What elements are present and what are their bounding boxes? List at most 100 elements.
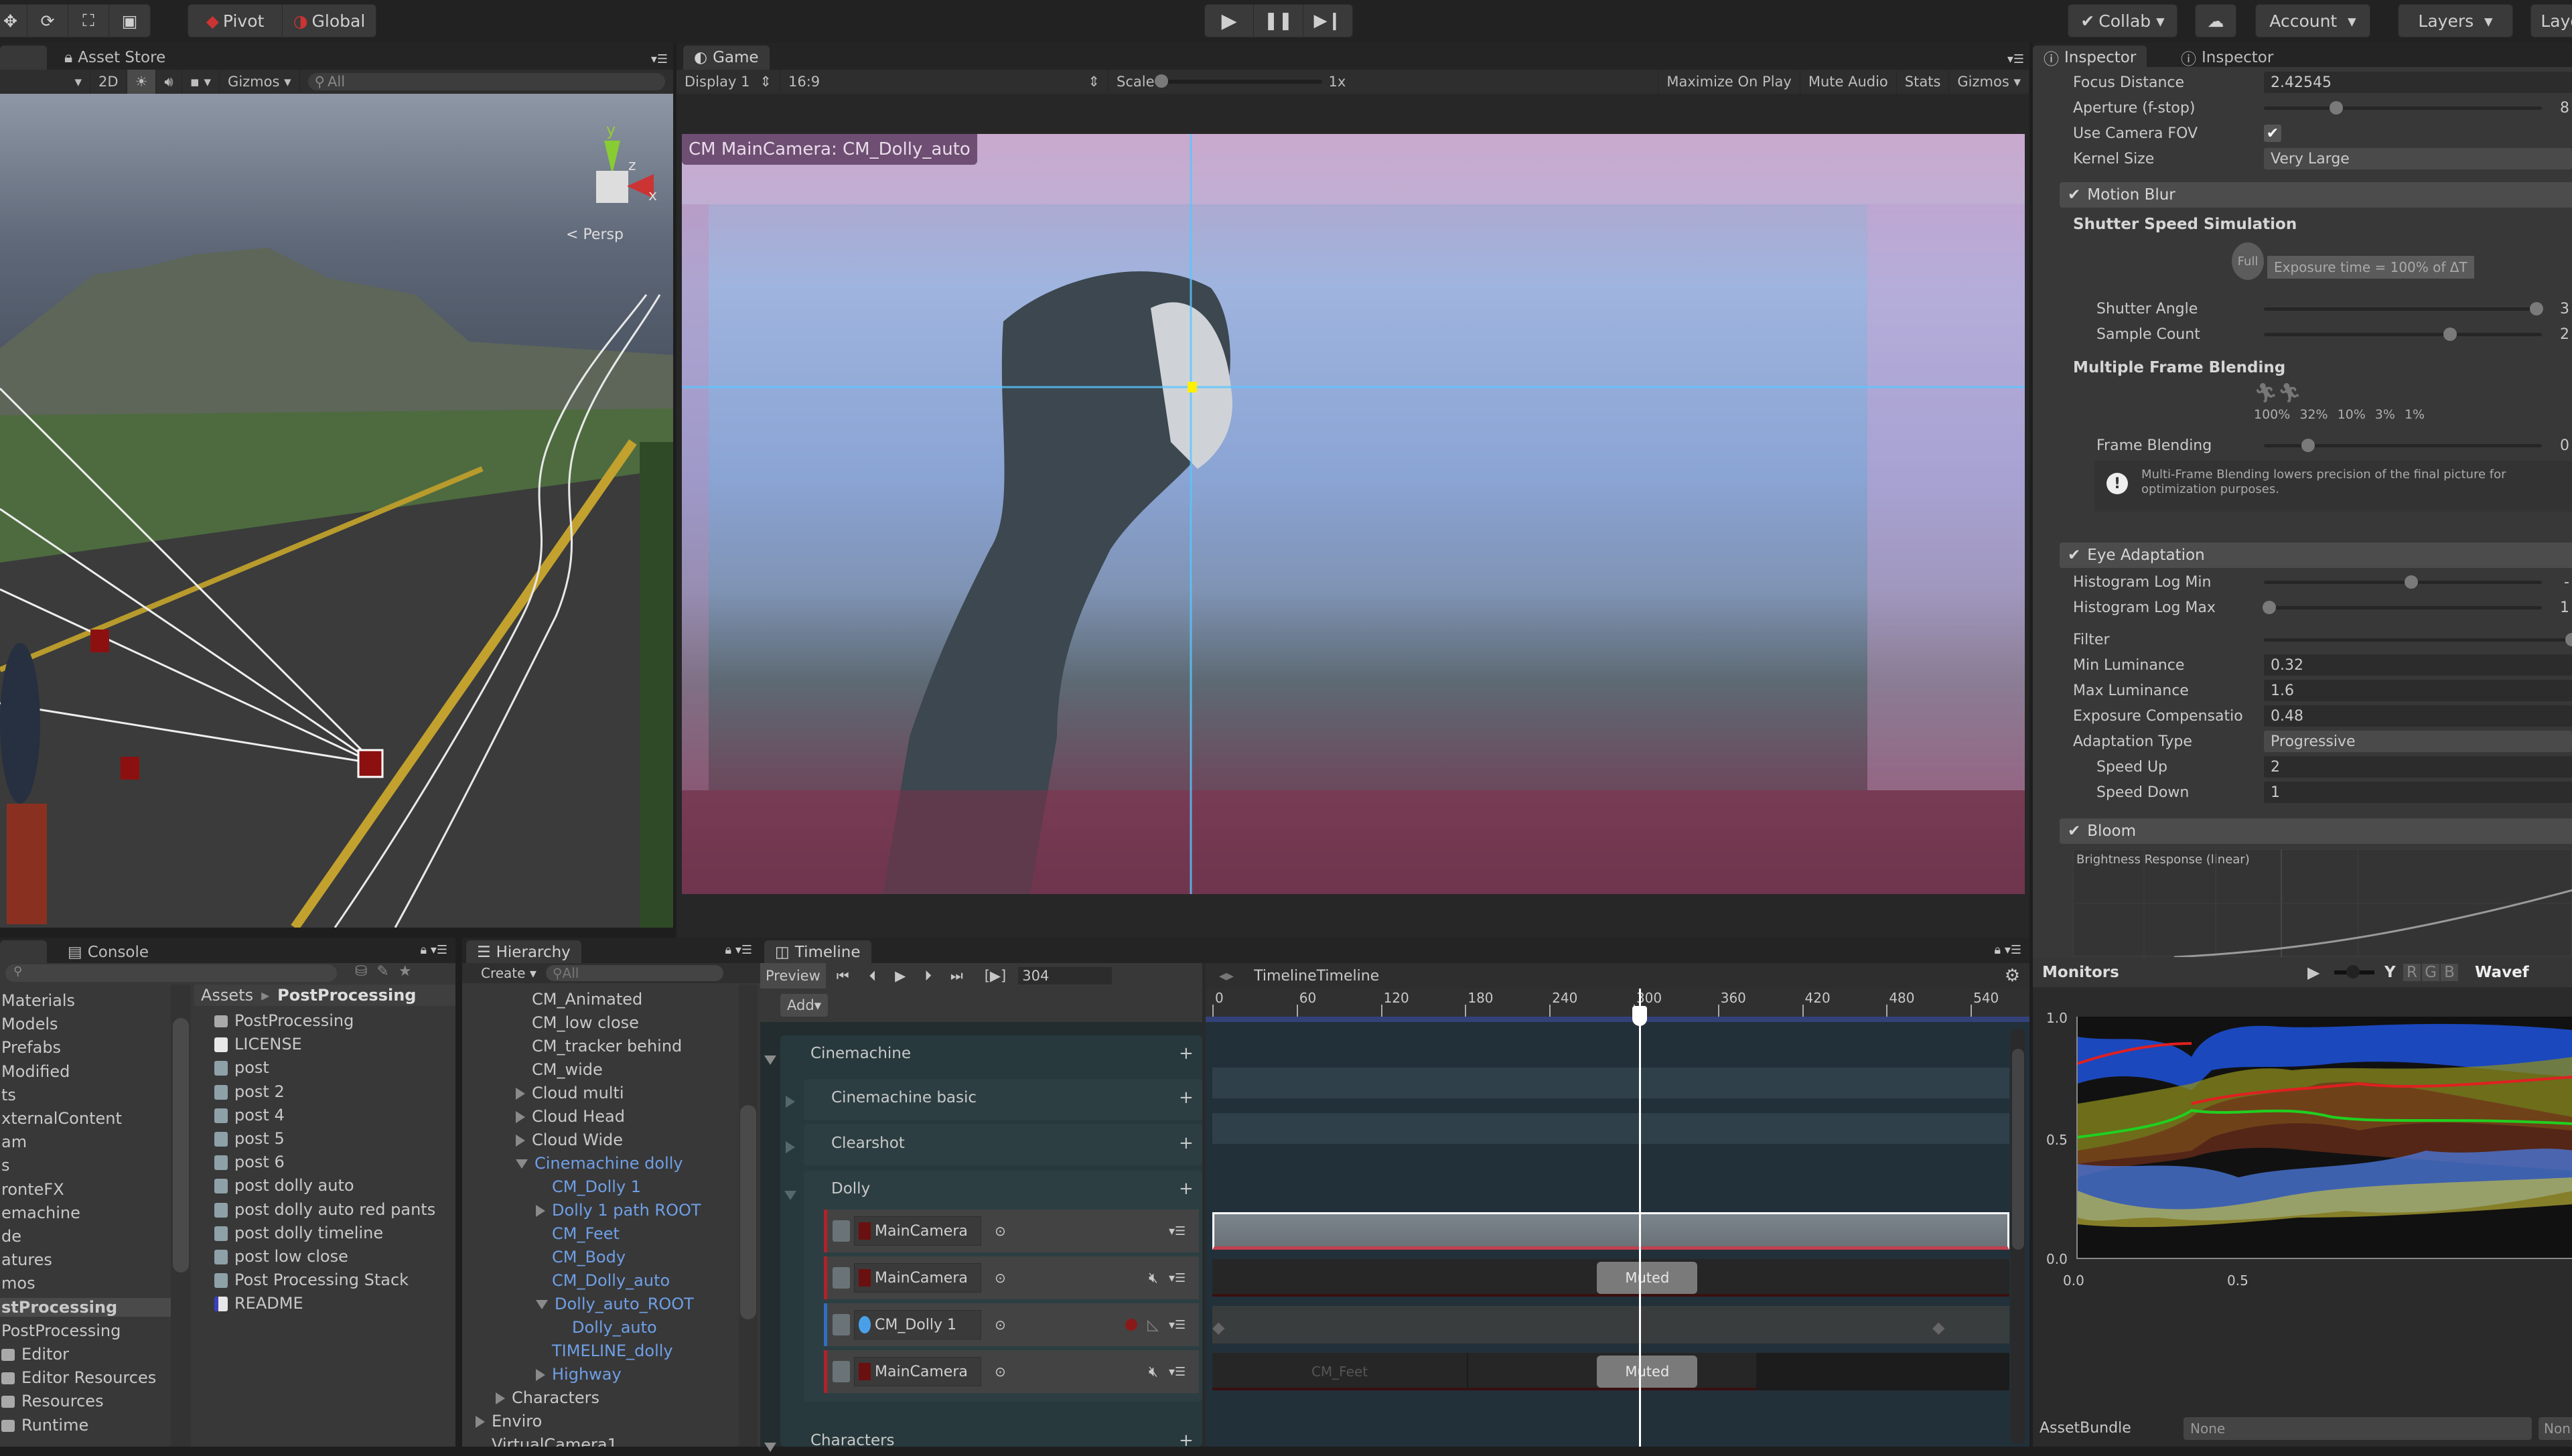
tree-scroll-thumb[interactable] (173, 1018, 189, 1272)
sample-count-value[interactable]: 2 (2560, 326, 2569, 343)
curves-icon[interactable]: ◺ (1147, 1317, 1159, 1333)
account-dropdown[interactable]: Account ▾ (2255, 4, 2370, 38)
project-file-item[interactable]: post dolly auto (214, 1176, 354, 1195)
track-header[interactable]: MainCamera ⊙ ▾☰ (824, 1210, 1199, 1252)
project-file-item[interactable]: post 6 (214, 1153, 285, 1171)
tree-scrollbar[interactable] (171, 985, 191, 1447)
aperture-knob[interactable] (2329, 101, 2343, 115)
project-file-item[interactable]: Post Processing Stack (214, 1270, 409, 1289)
camera-gizmo-icon[interactable] (121, 757, 139, 780)
folder-tree-item[interactable]: Resources (0, 1392, 171, 1410)
hierarchy-item[interactable]: Cinemachine dolly (516, 1154, 683, 1173)
track-lock-icon[interactable]: ⊙ (995, 1223, 1006, 1239)
exposure-slider[interactable] (2334, 965, 2374, 978)
breadcrumb-assets[interactable]: Assets (201, 986, 253, 1005)
kernel-size-dropdown[interactable]: Very Large (2264, 148, 2572, 169)
bloom-checkbox[interactable]: ✔ (2068, 822, 2080, 840)
panel-menu-icon[interactable]: 🔒︎ ▾☰ (1995, 943, 2021, 957)
project-file-item[interactable]: post (214, 1058, 269, 1077)
pivot-toggle[interactable]: ◆ Pivot (188, 5, 283, 37)
pause-button[interactable]: ❚❚ (1254, 5, 1303, 37)
breadcrumb-current[interactable]: PostProcessing (277, 986, 416, 1005)
tab-game[interactable]: ◐ Game (683, 46, 770, 70)
scene-viewport[interactable]: y x z < Persp (0, 94, 673, 928)
motion-blur-header[interactable]: ✔ Motion Blur (2060, 182, 2572, 208)
min-luminance-field[interactable]: 0.32 (2264, 654, 2572, 676)
use-camera-fov-checkbox[interactable]: ✔ (2264, 125, 2281, 142)
camera-gizmo-icon[interactable] (357, 749, 384, 778)
collapse-arrow-icon[interactable] (516, 1159, 528, 1169)
folder-tree-item[interactable]: Modified (0, 1062, 171, 1081)
hierarchy-item[interactable]: Enviro (476, 1412, 542, 1431)
channel-b-toggle[interactable]: B (2441, 964, 2458, 981)
track-menu-icon[interactable]: ▾☰ (1169, 1224, 1186, 1238)
filter-slider[interactable] (2264, 633, 2572, 646)
timeline-play-button[interactable]: ▶ (885, 968, 915, 984)
tab-hierarchy[interactable]: ☰ Hierarchy (466, 940, 581, 964)
track-menu-icon[interactable]: ▾☰ (1169, 1318, 1186, 1332)
frame-blending-value[interactable]: 0 (2560, 437, 2569, 454)
monitor-play-button[interactable]: ▶ (2307, 963, 2319, 982)
histogram-min-value[interactable]: - (2564, 574, 2569, 591)
create-dropdown[interactable]: Create ▾ (481, 965, 537, 981)
global-toggle[interactable]: ◑ Global (283, 5, 376, 37)
folder-tree-item[interactable]: atures (0, 1250, 171, 1269)
2d-toggle[interactable]: 2D (90, 70, 127, 94)
layers-dropdown[interactable]: Layers ▾ (2398, 4, 2513, 38)
hierarchy-item[interactable]: CM_Body (536, 1248, 626, 1266)
record-icon[interactable] (1125, 1319, 1137, 1331)
hierarchy-item[interactable]: CM_tracker behind (516, 1037, 682, 1055)
hierarchy-item[interactable]: Dolly 1 path ROOT (536, 1201, 701, 1220)
add-track-button[interactable]: Add ▾ (780, 994, 829, 1017)
track-header[interactable]: MainCamera ⊙ 🔇︎ ▾☰ (824, 1350, 1199, 1393)
folder-tree-item[interactable]: emachine (0, 1204, 171, 1222)
project-search-field[interactable]: ⚲ (5, 964, 337, 982)
project-filter-icons[interactable]: ⛁✎★ (355, 963, 421, 980)
expand-arrow-icon[interactable] (516, 1088, 525, 1100)
eye-adaptation-header[interactable]: ✔ Eye Adaptation (2060, 542, 2572, 568)
game-viewport[interactable]: CM MainCamera: CM_Dolly_auto (682, 134, 2025, 894)
collapse-arrow-icon[interactable] (536, 1300, 548, 1309)
folder-tree-item[interactable]: Editor (0, 1345, 171, 1364)
audio-toggle-icon[interactable]: 🔊︎ (156, 70, 182, 94)
group-expand-arrow[interactable] (786, 1092, 802, 1110)
preview-toggle[interactable]: Preview (760, 963, 826, 989)
timeline-selector-icon[interactable]: ◂▸ (1219, 968, 1234, 985)
folder-tree-item[interactable]: mos (0, 1274, 171, 1293)
time-ruler[interactable]: 0 60 120 180 240 300 360 420 480 540 (1206, 989, 2029, 1022)
stats-toggle[interactable]: Stats (1897, 70, 1950, 94)
track-muted-icon[interactable]: 🔇︎ (1149, 1364, 1158, 1380)
group-collapse-arrow[interactable] (784, 1185, 803, 1204)
adaptation-type-dropdown[interactable]: Progressive (2264, 731, 2572, 752)
camera-gizmo-icon[interactable] (90, 630, 109, 652)
sample-count-slider[interactable] (2264, 327, 2542, 341)
hierarchy-item[interactable]: CM_Dolly 1 (536, 1177, 641, 1196)
channel-y-toggle[interactable]: Y (2384, 964, 2396, 981)
display-dropdown[interactable]: Display 1 ⇕ (676, 70, 780, 94)
folder-tree-item[interactable]: Runtime (0, 1416, 171, 1435)
play-range-button[interactable]: [▶] (973, 968, 1019, 984)
aperture-slider[interactable] (2264, 101, 2542, 115)
rect-tool-button[interactable]: ▣ (109, 5, 150, 37)
histogram-max-knob[interactable] (2263, 601, 2277, 614)
track-lane[interactable] (1212, 1212, 2009, 1250)
timeline-scroll-thumb[interactable] (2012, 1049, 2024, 1250)
track-header[interactable]: MainCamera ⊙ 🔇︎ ▾☰ (824, 1256, 1199, 1299)
track-menu-icon[interactable]: ▾☰ (1169, 1365, 1186, 1379)
goto-start-button[interactable]: ⏮ (826, 968, 860, 985)
hierarchy-item[interactable]: Characters (496, 1388, 599, 1407)
timeline-settings-icon[interactable]: ⚙ (2005, 966, 2020, 986)
track-lane[interactable]: Muted (1212, 1259, 2009, 1297)
mute-audio-toggle[interactable]: Mute Audio (1800, 70, 1897, 94)
speed-up-field[interactable]: 2 (2264, 756, 2572, 778)
folder-tree-item[interactable]: PostProcessing (0, 1321, 171, 1340)
tab-console[interactable]: ▤ Console (57, 940, 159, 964)
scale-slider[interactable]: Scale 1x (1109, 70, 1356, 94)
scale-track[interactable] (1154, 74, 1322, 88)
motion-blur-checkbox[interactable]: ✔ (2068, 186, 2080, 204)
track-lock-icon[interactable]: ⊙ (995, 1317, 1006, 1333)
track-lane[interactable]: ◆ ◆ (1212, 1306, 2009, 1343)
game-gizmos-dropdown[interactable]: Gizmos ▾ (1949, 70, 2029, 94)
hierarchy-item[interactable]: TIMELINE_dolly (536, 1341, 673, 1360)
histogram-min-knob[interactable] (2404, 575, 2418, 589)
